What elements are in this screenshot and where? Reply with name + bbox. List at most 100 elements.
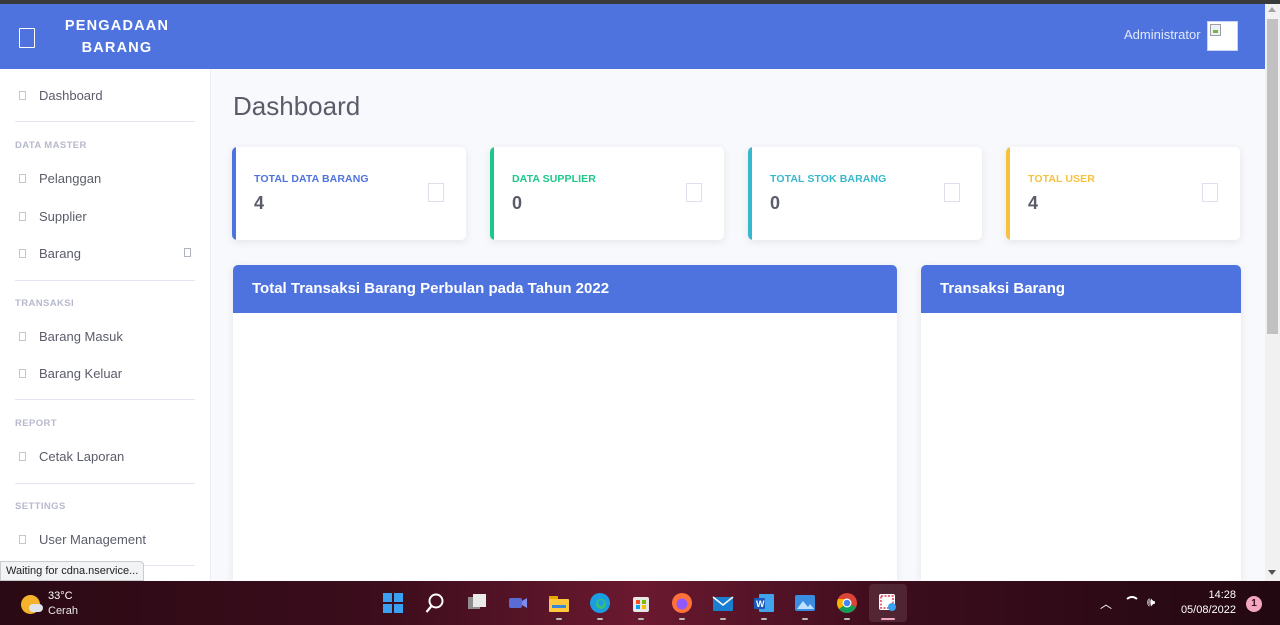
weather-temperature[interactable]: 33°C — [48, 590, 73, 602]
menu-toggle-icon[interactable] — [19, 28, 35, 48]
sidebar-item-user-management[interactable]: User Management — [0, 521, 210, 557]
sidebar-item-barang-masuk[interactable]: Barang Masuk — [0, 318, 210, 354]
stat-card-total-stok-barang: TOTAL STOK BARANG 0 — [748, 147, 982, 240]
page-title: Dashboard — [233, 91, 361, 121]
running-indicator — [802, 618, 808, 620]
running-indicator — [720, 618, 726, 620]
weather-sun-cloud-icon[interactable] — [21, 595, 43, 614]
browser-status-bar: Waiting for cdna.nservice... — [0, 561, 145, 581]
notification-badge[interactable]: 1 — [1246, 596, 1262, 612]
card-accent — [490, 147, 494, 240]
transaksi-panel: Transaksi Barang — [921, 265, 1241, 581]
brand-line-2: BARANG — [81, 40, 153, 56]
avatar[interactable] — [1207, 21, 1238, 51]
store-icon[interactable] — [630, 592, 652, 614]
sidebar-heading-report: REPORT — [15, 418, 57, 429]
sidebar-item-cetak-laporan[interactable]: Cetak Laporan — [0, 438, 210, 474]
transaksi-panel-title: Transaksi Barang — [921, 265, 1241, 313]
card-value: 4 — [254, 193, 265, 213]
outbox-icon — [19, 368, 26, 378]
chevron-right-icon — [184, 248, 191, 257]
card-label: TOTAL USER — [1028, 173, 1095, 185]
windows-taskbar: 33°C Cerah W ︿ 🕪 14:28 05/08/2022 1 — [0, 581, 1280, 625]
sidebar: Dashboard DATA MASTER Pelanggan Supplier… — [0, 69, 211, 581]
sidebar-heading-transaksi: TRANSAKSI — [15, 298, 75, 309]
page-scrollbar[interactable] — [1265, 4, 1280, 581]
edge-icon[interactable] — [589, 592, 611, 614]
card-accent — [1006, 147, 1010, 240]
sidebar-item-label: Pelanggan — [39, 170, 102, 186]
chat-icon[interactable] — [507, 592, 529, 614]
card-value: 0 — [512, 193, 523, 213]
card-label: DATA SUPPLIER — [512, 173, 596, 185]
sidebar-divider — [15, 280, 195, 281]
sidebar-item-label: User Management — [39, 531, 146, 547]
word-icon[interactable]: W — [753, 592, 775, 614]
task-view-icon[interactable] — [466, 592, 488, 614]
stat-card-data-supplier: DATA SUPPLIER 0 — [490, 147, 724, 240]
running-indicator — [597, 618, 603, 620]
start-icon[interactable] — [382, 592, 404, 614]
box-icon — [428, 183, 444, 202]
speaker-icon[interactable]: 🕪 — [1147, 594, 1155, 610]
mail-icon[interactable] — [712, 592, 734, 614]
sidebar-heading-settings: SETTINGS — [15, 501, 66, 512]
card-value: 0 — [770, 193, 781, 213]
card-accent — [232, 147, 236, 240]
chrome-icon[interactable] — [836, 592, 858, 614]
sidebar-item-pelanggan[interactable]: Pelanggan — [0, 160, 210, 196]
broken-image-icon — [1210, 24, 1221, 36]
running-indicator — [556, 618, 562, 620]
sidebar-item-barang-keluar[interactable]: Barang Keluar — [0, 355, 210, 391]
users-icon — [1202, 183, 1218, 202]
wifi-icon[interactable] — [1124, 596, 1140, 608]
truck-icon — [19, 211, 26, 221]
clock-date[interactable]: 05/08/2022 — [1170, 604, 1236, 616]
sidebar-item-label: Dashboard — [39, 87, 103, 103]
stat-card-total-user: TOTAL USER 4 — [1006, 147, 1240, 240]
sidebar-divider — [15, 399, 195, 400]
file-explorer-icon[interactable] — [548, 592, 570, 614]
sidebar-item-barang[interactable]: Barang — [0, 235, 210, 271]
print-icon — [19, 451, 26, 461]
running-indicator — [638, 618, 644, 620]
sidebar-item-label: Supplier — [39, 208, 87, 224]
sidebar-item-label: Cetak Laporan — [39, 448, 125, 464]
top-navbar: PENGADAAN BARANG Administrator — [0, 4, 1265, 69]
chart-panel: Total Transaksi Barang Perbulan pada Tah… — [233, 265, 897, 581]
user-cog-icon — [19, 534, 26, 544]
sidebar-divider — [15, 121, 195, 122]
card-label: TOTAL DATA BARANG — [254, 173, 369, 185]
photos-icon[interactable] — [794, 592, 816, 614]
card-value: 4 — [1028, 193, 1039, 213]
box-icon — [19, 248, 26, 258]
clock-time[interactable]: 14:28 — [1178, 589, 1236, 601]
brand-logo[interactable]: PENGADAAN BARANG — [48, 15, 186, 59]
svg-text:W: W — [756, 599, 765, 609]
sidebar-item-label: Barang Masuk — [39, 328, 123, 344]
sidebar-item-label: Barang — [39, 245, 81, 261]
running-indicator — [761, 618, 767, 620]
dashboard-icon — [19, 90, 26, 100]
scroll-up-arrow-icon[interactable] — [1268, 7, 1276, 12]
chevron-up-icon[interactable]: ︿ — [1100, 595, 1112, 612]
inbox-icon — [19, 331, 26, 341]
scroll-thumb[interactable] — [1267, 19, 1278, 334]
firefox-icon[interactable] — [671, 592, 693, 614]
brand-line-1: PENGADAAN — [64, 18, 170, 34]
scroll-down-arrow-icon[interactable] — [1268, 570, 1276, 575]
stat-card-total-data-barang: TOTAL DATA BARANG 4 — [232, 147, 466, 240]
card-label: TOTAL STOK BARANG — [770, 173, 887, 185]
sidebar-heading-data-master: DATA MASTER — [15, 140, 87, 151]
chart-panel-title: Total Transaksi Barang Perbulan pada Tah… — [233, 265, 897, 313]
sidebar-divider — [15, 483, 195, 484]
sidebar-item-supplier[interactable]: Supplier — [0, 198, 210, 234]
search-icon[interactable] — [424, 592, 446, 614]
user-name[interactable]: Administrator — [1124, 27, 1201, 42]
snipping-tool-icon[interactable] — [877, 592, 899, 614]
weather-description[interactable]: Cerah — [48, 605, 78, 617]
users-icon — [19, 173, 26, 183]
sidebar-item-dashboard[interactable]: Dashboard — [0, 77, 210, 113]
truck-icon — [686, 183, 702, 202]
sidebar-item-label: Barang Keluar — [39, 365, 123, 381]
